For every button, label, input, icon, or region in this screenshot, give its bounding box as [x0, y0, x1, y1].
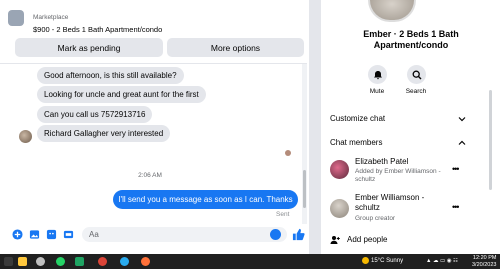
- bell-icon: [373, 70, 382, 79]
- message-input[interactable]: Aa: [82, 227, 287, 242]
- search-icon: [412, 70, 421, 79]
- emoji-icon[interactable]: [270, 229, 281, 240]
- more-options-button[interactable]: More options: [167, 38, 304, 57]
- member-subtitle: Added by Ember Williamson - schultz: [355, 168, 441, 183]
- sender-avatar[interactable]: [19, 130, 32, 143]
- chevron-down-icon[interactable]: [458, 115, 466, 123]
- member-avatar[interactable]: [330, 160, 349, 179]
- firefox-icon[interactable]: [141, 257, 150, 266]
- system-tray-icons[interactable]: ▲ ☁ ▭ ◉ ☷: [426, 258, 458, 264]
- search-button[interactable]: [407, 65, 426, 84]
- chat-members-item[interactable]: Chat members: [330, 138, 382, 147]
- sticker-icon[interactable]: [46, 229, 57, 240]
- thumbs-up-icon[interactable]: [292, 228, 305, 241]
- add-person-icon[interactable]: [330, 235, 340, 245]
- mute-button[interactable]: [368, 65, 387, 84]
- gif-icon[interactable]: [63, 229, 74, 240]
- plus-circle-icon[interactable]: [12, 229, 23, 240]
- whatsapp-icon[interactable]: [56, 257, 65, 266]
- app-icon[interactable]: [36, 257, 45, 266]
- mute-label: Mute: [369, 88, 385, 95]
- customize-chat-item[interactable]: Customize chat: [330, 114, 385, 123]
- message-timestamp: 2:06 AM: [138, 172, 162, 179]
- telegram-icon[interactable]: [120, 257, 129, 266]
- member-avatar[interactable]: [330, 199, 349, 218]
- mark-as-pending-button[interactable]: Mark as pending: [15, 38, 163, 57]
- listing-thumbnail[interactable]: [8, 10, 24, 26]
- member-more-icon[interactable]: •••: [452, 164, 460, 174]
- incoming-message[interactable]: Can you call us 7572913716: [37, 106, 153, 123]
- member-name[interactable]: Elizabeth Patel: [355, 157, 408, 167]
- file-explorer-icon[interactable]: [18, 257, 27, 266]
- member-more-icon[interactable]: •••: [452, 202, 460, 212]
- image-icon[interactable]: [29, 229, 40, 240]
- info-panel-scroll-thumb[interactable]: [489, 90, 492, 190]
- panel-divider: [309, 0, 321, 254]
- chat-panel: Marketplace $900 - 2 Beds 1 Bath Apartme…: [0, 0, 307, 254]
- seen-avatar: [285, 150, 291, 156]
- incoming-message[interactable]: Richard Gallagher very interested: [37, 125, 171, 142]
- member-subtitle: Group creator: [355, 215, 396, 222]
- conversation-title: Ember · 2 Beds 1 Bath Apartment/condo: [363, 29, 459, 50]
- app-icon[interactable]: [75, 257, 84, 266]
- listing-title[interactable]: $900 - 2 Beds 1 Bath Apartment/condo: [33, 25, 162, 34]
- chevron-up-icon[interactable]: [458, 139, 466, 147]
- incoming-message[interactable]: Good afternoon, is this still available?: [37, 67, 184, 84]
- chrome-icon[interactable]: [98, 257, 107, 266]
- taskbar-clock[interactable]: 12:20 PM 3/20/2023: [472, 255, 496, 268]
- member-name[interactable]: Ember Williamson - schultz: [355, 193, 450, 213]
- chat-scroll-thumb[interactable]: [303, 170, 306, 208]
- sun-icon: [362, 257, 369, 264]
- clock-time: 12:20 PM: [472, 255, 497, 261]
- sent-status: Sent: [276, 211, 290, 218]
- weather-text[interactable]: 15°C Sunny: [371, 258, 403, 264]
- listing-kicker: Marketplace: [33, 14, 69, 21]
- incoming-message[interactable]: Looking for uncle and great aunt for the…: [37, 86, 206, 103]
- add-people-item[interactable]: Add people: [347, 235, 387, 244]
- outgoing-message[interactable]: I'll send you a message as soon as I can…: [113, 190, 298, 209]
- search-label: Search: [405, 88, 427, 95]
- taskbar-search-icon[interactable]: [4, 257, 13, 266]
- clock-date: 3/20/2023: [472, 261, 497, 268]
- listing-header: Marketplace $900 - 2 Beds 1 Bath Apartme…: [0, 0, 307, 64]
